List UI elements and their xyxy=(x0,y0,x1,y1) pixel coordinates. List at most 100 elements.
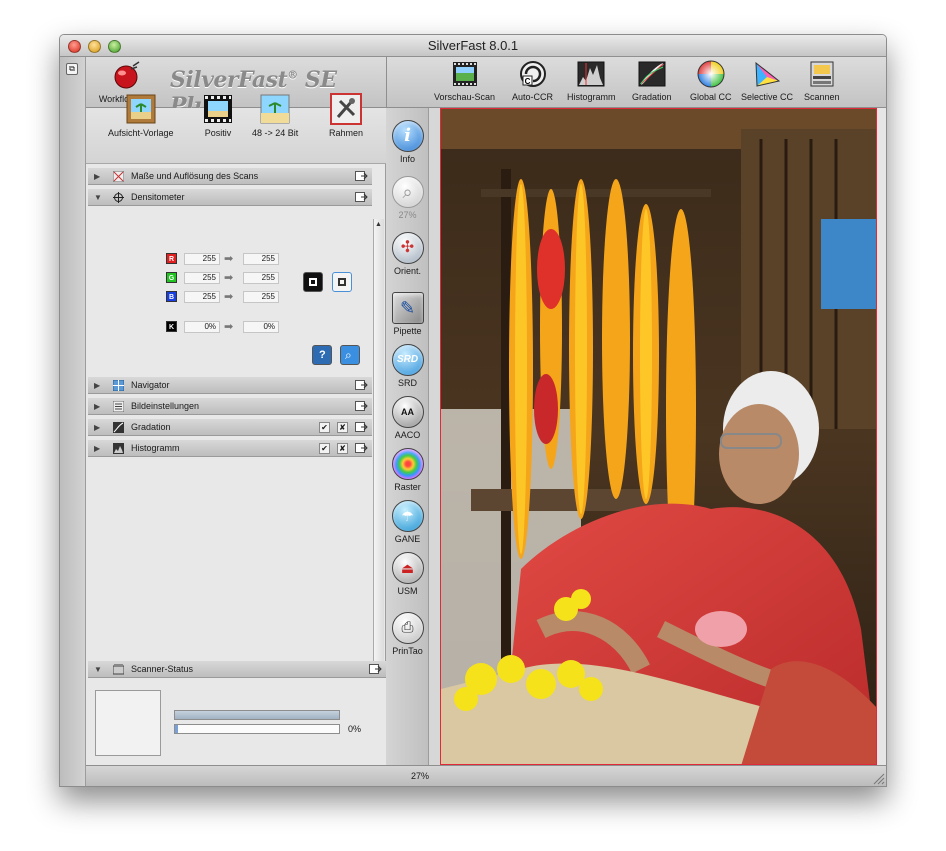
expand-panel-icon[interactable] xyxy=(355,380,368,390)
navigator-icon xyxy=(113,380,124,391)
printao-button[interactable]: ⎙ PrinTao xyxy=(386,612,429,656)
gane-label: GANE xyxy=(394,534,421,544)
measure-point-button[interactable] xyxy=(303,272,323,292)
title-bar[interactable]: SilverFast 8.0.1 xyxy=(60,35,886,57)
measure-area-icon xyxy=(338,278,346,286)
green-before-value: 255 xyxy=(184,272,220,284)
collapsed-triangle-icon[interactable]: ▶ xyxy=(94,377,100,394)
panel-title-bildeinstellungen: Bildeinstellungen xyxy=(131,401,200,411)
expanded-triangle-icon[interactable]: ▼ xyxy=(94,189,102,206)
gradation-label: Gradation xyxy=(632,92,672,102)
raster-label: Raster xyxy=(394,482,421,492)
blue-after-value: 255 xyxy=(243,291,279,303)
selective-cc-icon xyxy=(755,61,781,87)
auto-ccr-button[interactable]: C Auto-CCR xyxy=(512,59,553,102)
raster-button[interactable]: Raster xyxy=(386,448,429,492)
panel-header-scanner-status[interactable]: ▼ Scanner-Status xyxy=(88,661,386,678)
positive-film-button[interactable]: Positiv xyxy=(202,93,234,138)
srd-button[interactable]: SRD SRD xyxy=(386,344,429,388)
scan-progress-fill xyxy=(175,725,179,733)
bottom-zoom-label: 27% xyxy=(411,771,430,781)
frame-tools-button[interactable]: Rahmen xyxy=(329,93,363,138)
expand-panel-icon[interactable] xyxy=(355,401,368,411)
svg-text:C: C xyxy=(524,77,530,86)
black-before-value: 0% xyxy=(184,321,220,333)
preview-scan-button[interactable]: Vorschau-Scan xyxy=(434,59,495,102)
aaco-label: AACO xyxy=(394,430,421,440)
scan-button[interactable]: Scannen xyxy=(804,59,840,102)
panel-header-bildeinstellungen[interactable]: ▶ Bildeinstellungen xyxy=(88,398,372,415)
positive-film-icon xyxy=(204,95,232,123)
help-button[interactable]: ? xyxy=(312,345,332,365)
expand-panel-icon[interactable] xyxy=(355,171,368,181)
expand-panel-icon[interactable] xyxy=(355,422,368,432)
bit-depth-button[interactable]: 48 -> 24 Bit xyxy=(252,93,298,138)
arrow-right-icon: ➡ xyxy=(224,253,234,265)
collapsed-triangle-icon[interactable]: ▶ xyxy=(94,440,100,457)
collapsed-triangle-icon[interactable]: ▶ xyxy=(94,398,100,415)
black-channel-chip: K xyxy=(166,321,177,332)
search-help-button[interactable]: ⌕ xyxy=(340,345,360,365)
panel-header-navigator[interactable]: ▶ Navigator xyxy=(88,377,372,394)
panel-header-densitometer[interactable]: ▼ Densitometer xyxy=(88,189,372,206)
measure-point-icon xyxy=(309,278,317,286)
reset-x-icon[interactable]: ✘ xyxy=(337,422,348,433)
scanner-status-section: ▼ Scanner-Status 0% xyxy=(86,661,386,766)
selective-cc-label: Selective CC xyxy=(741,92,794,102)
status-bar xyxy=(174,710,340,720)
pipette-button[interactable]: ✎ Pipette xyxy=(386,292,429,336)
expanded-triangle-icon[interactable]: ▼ xyxy=(94,661,102,678)
panel-header-histogramm[interactable]: ▶ Histogramm ✔ ✘ xyxy=(88,440,372,457)
close-window-button[interactable] xyxy=(68,40,81,53)
search-icon: ⌕ xyxy=(345,348,352,362)
usm-button[interactable]: ⏏ USM xyxy=(386,552,429,596)
panel-title-gradation: Gradation xyxy=(131,422,171,432)
panel-header-masse[interactable]: ▶ Maße und Auflösung des Scans xyxy=(88,168,372,185)
resize-grip-icon[interactable] xyxy=(873,773,885,785)
aaco-button[interactable]: AA AACO xyxy=(386,396,429,440)
pipette-icon: ✎ xyxy=(391,292,424,324)
bit-depth-label: 48 -> 24 Bit xyxy=(252,128,299,138)
restore-windows-icon[interactable]: ⧉ xyxy=(66,63,78,75)
global-cc-button[interactable]: Global CC xyxy=(690,59,732,102)
measure-area-button[interactable] xyxy=(332,272,352,292)
reflective-original-label: Aufsicht-Vorlage xyxy=(108,128,174,138)
gane-button[interactable]: ☂ GANE xyxy=(386,500,429,544)
preview-scan-label: Vorschau-Scan xyxy=(434,92,496,102)
gradation-icon xyxy=(638,61,666,87)
scan-icon xyxy=(810,61,834,87)
global-cc-icon xyxy=(697,60,725,88)
reset-x-icon[interactable]: ✘ xyxy=(337,443,348,454)
panel-header-gradation[interactable]: ▶ Gradation ✔ ✘ xyxy=(88,419,372,436)
minimize-window-button[interactable] xyxy=(88,40,101,53)
zoom-window-button[interactable] xyxy=(108,40,121,53)
panel-scrollbar[interactable]: ▲ ▲ ▼ xyxy=(373,219,384,693)
reflective-original-button[interactable]: Aufsicht-Vorlage xyxy=(108,93,174,138)
gane-icon: ☂ xyxy=(391,500,424,532)
info-label: Info xyxy=(399,154,415,164)
selective-cc-button[interactable]: Selective CC xyxy=(741,59,793,102)
black-after-value: 0% xyxy=(243,321,279,333)
positive-film-label: Positiv xyxy=(204,128,232,138)
scroll-up-icon[interactable]: ▲ xyxy=(375,221,382,228)
bit-depth-icon xyxy=(260,94,290,124)
raster-icon xyxy=(391,448,424,480)
zoom-button[interactable]: ⌕ 27% xyxy=(386,176,429,220)
expand-panel-icon[interactable] xyxy=(355,192,368,202)
apply-check-icon[interactable]: ✔ xyxy=(319,443,330,454)
collapsed-triangle-icon[interactable]: ▶ xyxy=(94,419,100,436)
preview-image[interactable] xyxy=(440,108,877,765)
expand-panel-icon[interactable] xyxy=(369,664,382,674)
histogram-label: Histogramm xyxy=(567,92,616,102)
apply-check-icon[interactable]: ✔ xyxy=(319,422,330,433)
frame-tools-label: Rahmen xyxy=(329,128,364,138)
histogram-button[interactable]: Histogramm xyxy=(567,59,616,102)
expand-panel-icon[interactable] xyxy=(355,443,368,453)
info-button[interactable]: i Info xyxy=(386,120,429,164)
collapsed-triangle-icon[interactable]: ▶ xyxy=(94,168,100,185)
orientation-button[interactable]: ✣ Orient. xyxy=(386,232,429,276)
vertical-toolbar: i Info ⌕ 27% ✣ Orient. ✎ Pipette SRD SRD… xyxy=(386,108,429,765)
scan-label: Scannen xyxy=(804,92,840,102)
gradation-button[interactable]: Gradation xyxy=(632,59,672,102)
crosshair-icon xyxy=(113,192,124,203)
